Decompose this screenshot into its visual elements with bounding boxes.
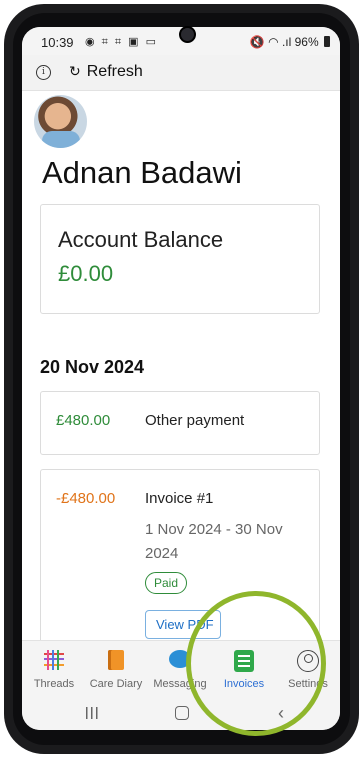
phone-screen: 10:39 ◉ ⌗ ⌗ ▣ ▭ 🔇 ◠ .ıl 96% i ↻ Refresh A… [22,27,340,730]
tab-messaging[interactable]: Messaging [148,641,212,698]
avatar [34,95,87,148]
payment-card[interactable]: £480.00 Other payment [40,391,320,455]
payment-description: Other payment [145,412,245,429]
invoice-amount: -£480.00 [56,490,116,507]
back-icon[interactable]: ‹ [278,703,284,724]
date-heading: 20 Nov 2024 [40,357,145,377]
tab-care-diary-label: Care Diary [89,678,143,690]
status-right: 🔇 ◠ .ıl 96% [250,35,330,49]
status-time: 10:39 [41,35,74,50]
tab-threads[interactable]: Threads [22,641,86,698]
profile-name: Adnan Badawi [42,155,242,190]
tab-settings[interactable]: Settings [276,641,340,698]
avatar-shirt [42,131,80,148]
action-bar: i ↻ Refresh [22,55,340,91]
tab-care-diary[interactable]: Care Diary [84,641,148,698]
bottom-tab-bar: Threads Care Diary Messaging Invoices Se… [22,640,340,698]
refresh-label: Refresh [86,63,143,80]
invoice-period: 1 Nov 2024 - 30 Nov 2024 [145,521,283,562]
recent-apps-icon[interactable] [86,707,98,719]
balance-value: £0.00 [58,261,114,286]
info-icon[interactable]: i [36,65,51,80]
front-camera [179,26,196,43]
speech-bubble-icon [169,650,191,668]
book-icon [108,650,124,670]
payment-amount: £480.00 [56,412,111,429]
invoice-document-icon [234,650,254,672]
account-balance-card: Account Balance £0.00 [40,204,320,314]
person-icon [297,650,319,672]
refresh-button[interactable]: ↻ Refresh [69,63,143,81]
threads-grid-icon [44,650,64,670]
tab-threads-label: Threads [33,678,75,690]
tab-invoices[interactable]: Invoices [212,641,276,698]
invoice-title: Invoice #1 [145,490,214,507]
tab-settings-label: Settings [288,678,328,690]
balance-title: Account Balance [58,227,224,252]
battery-icon [324,36,330,47]
view-pdf-button[interactable]: View PDF [145,610,221,639]
home-icon[interactable] [175,706,189,720]
battery-percent: 96% [294,35,319,49]
tab-invoices-label: Invoices [223,678,265,690]
signal-icons: 🔇 ◠ .ıl [249,35,292,49]
notification-icons: ◉ ⌗ ⌗ ▣ ▭ [85,36,158,48]
status-badge: Paid [145,572,188,594]
tab-messaging-label: Messaging [153,678,207,690]
refresh-icon: ↻ [69,63,81,79]
android-nav-bar: ‹ [22,697,340,730]
